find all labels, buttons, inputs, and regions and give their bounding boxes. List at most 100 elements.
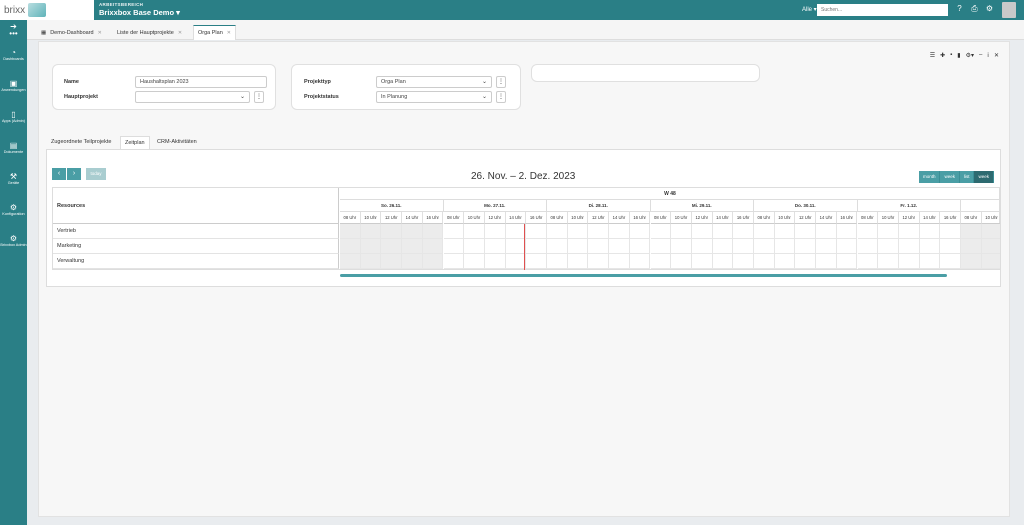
timeline-cell[interactable] bbox=[588, 239, 610, 254]
horizontal-scrollbar[interactable] bbox=[340, 274, 947, 277]
name-field[interactable]: Haushaltsplan 2023 bbox=[135, 76, 267, 88]
sidebar-item-brixxbox-admin[interactable]: ⚙ Brixxbox Admin bbox=[0, 229, 27, 260]
timeline-cell[interactable] bbox=[360, 254, 382, 269]
timeline-cell[interactable] bbox=[671, 239, 692, 254]
timeline-cell[interactable] bbox=[857, 254, 879, 269]
timeline-cell[interactable] bbox=[567, 239, 589, 254]
delete-icon[interactable]: ▮ bbox=[957, 52, 960, 59]
timeline-cell[interactable] bbox=[691, 254, 713, 269]
parent-project-select[interactable]: ⌄ bbox=[135, 91, 250, 103]
timeline-cell[interactable] bbox=[836, 254, 858, 269]
timeline-cell[interactable] bbox=[340, 254, 361, 269]
timeline-cell[interactable] bbox=[629, 224, 651, 239]
timeline-cell[interactable] bbox=[650, 224, 672, 239]
parent-project-menu-icon[interactable]: ⋮ bbox=[254, 91, 264, 103]
timeline-cell[interactable] bbox=[588, 224, 610, 239]
project-type-select[interactable]: Orga Plan ⌄ bbox=[376, 76, 492, 88]
timeline-cell[interactable] bbox=[671, 254, 692, 269]
sidebar-item-geraete[interactable]: ⚒ Geräte bbox=[0, 167, 27, 198]
timeline-cell[interactable] bbox=[712, 254, 734, 269]
timeline-cell[interactable] bbox=[981, 224, 1000, 239]
timeline-cell[interactable] bbox=[940, 239, 961, 254]
timeline-cell[interactable] bbox=[857, 224, 879, 239]
save-icon[interactable]: ▪ bbox=[950, 52, 952, 59]
settings-icon[interactable]: ⚙ bbox=[985, 4, 994, 13]
resource-row[interactable]: Verwaltung bbox=[53, 254, 339, 269]
sidebar-item-anwendungen[interactable]: ▣ Anwendungen bbox=[0, 74, 27, 105]
workspace-selector[interactable]: ARBEITSBEREICH Brixxbox Base Demo ▾ bbox=[99, 2, 180, 17]
project-type-menu-icon[interactable]: ⋮ bbox=[496, 76, 506, 88]
timeline-cell[interactable] bbox=[588, 254, 610, 269]
info-icon[interactable]: ⅰ bbox=[987, 52, 989, 59]
sidebar-item-dokumente[interactable]: ▤ Dokumente bbox=[0, 136, 27, 167]
timeline-cell[interactable] bbox=[484, 239, 506, 254]
tab-crm-aktivitaeten[interactable]: CRM-Aktivitäten bbox=[153, 136, 201, 150]
timeline-cell[interactable] bbox=[754, 254, 775, 269]
timeline-cell[interactable] bbox=[422, 239, 444, 254]
timeline-area[interactable]: W 48 So. 26.11. 08 Uhr 10 Uhr 12 Uhr 14 Uhr 1… bbox=[340, 188, 1000, 270]
help-icon[interactable]: ? bbox=[955, 4, 964, 13]
minimize-icon[interactable]: – bbox=[979, 52, 982, 59]
tab-zeitplan[interactable]: Zeitplan bbox=[120, 136, 150, 150]
sidebar-item-dashboards[interactable]: ◔ Dashboards bbox=[0, 43, 27, 74]
timeline-cell[interactable] bbox=[795, 224, 817, 239]
timeline-cell[interactable] bbox=[629, 239, 651, 254]
tab-orga-plan[interactable]: Orga Plan ✕ bbox=[193, 25, 236, 40]
timeline-cell[interactable] bbox=[733, 224, 754, 239]
close-icon[interactable]: ✕ bbox=[994, 52, 999, 59]
timeline-cell[interactable] bbox=[650, 239, 672, 254]
timeline-cell[interactable] bbox=[898, 239, 920, 254]
timeline-cell[interactable] bbox=[712, 224, 734, 239]
timeline-cell[interactable] bbox=[961, 254, 982, 269]
timeline-cell[interactable] bbox=[526, 224, 547, 239]
today-button[interactable]: today bbox=[86, 168, 106, 180]
timeline-cell[interactable] bbox=[422, 224, 444, 239]
timeline-cell[interactable] bbox=[733, 254, 754, 269]
project-status-menu-icon[interactable]: ⋮ bbox=[496, 91, 506, 103]
timeline-cell[interactable] bbox=[609, 239, 630, 254]
add-icon[interactable]: ✚ bbox=[940, 52, 945, 59]
resource-row[interactable]: Vertrieb bbox=[53, 224, 339, 239]
timeline-cell[interactable] bbox=[443, 239, 465, 254]
timeline-cell[interactable] bbox=[940, 224, 961, 239]
timeline-cell[interactable] bbox=[650, 254, 672, 269]
print-icon[interactable]: ⎙ bbox=[970, 4, 979, 13]
sidebar-item-konfiguration[interactable]: ⚙ Konfiguration bbox=[0, 198, 27, 229]
timeline-cell[interactable] bbox=[360, 224, 382, 239]
timeline-cell[interactable] bbox=[981, 254, 1000, 269]
timeline-cell[interactable] bbox=[402, 254, 423, 269]
timeline-cell[interactable] bbox=[526, 239, 547, 254]
timeline-cell[interactable] bbox=[381, 239, 403, 254]
timeline-cell[interactable] bbox=[774, 239, 796, 254]
timeline-cell[interactable] bbox=[816, 239, 837, 254]
timeline-cell[interactable] bbox=[878, 239, 899, 254]
timeline-cell[interactable] bbox=[733, 239, 754, 254]
timeline-cell[interactable] bbox=[547, 224, 568, 239]
timeline-cell[interactable] bbox=[443, 224, 465, 239]
prev-button[interactable]: ‹ bbox=[52, 168, 66, 180]
timeline-cell[interactable] bbox=[464, 224, 485, 239]
timeline-cell[interactable] bbox=[340, 224, 361, 239]
timeline-cell[interactable] bbox=[898, 224, 920, 239]
timeline-cell[interactable] bbox=[340, 239, 361, 254]
project-status-select[interactable]: In Planung ⌄ bbox=[376, 91, 492, 103]
tab-zugeordnete-teilprojekte[interactable]: Zugeordnete Teilprojekte bbox=[47, 136, 115, 150]
timeline-cell[interactable] bbox=[360, 239, 382, 254]
resource-row[interactable]: Marketing bbox=[53, 239, 339, 254]
timeline-cell[interactable] bbox=[464, 239, 485, 254]
view-resource-week-button[interactable]: week bbox=[974, 171, 994, 183]
close-icon[interactable]: ✕ bbox=[98, 30, 102, 36]
timeline-cell[interactable] bbox=[609, 224, 630, 239]
view-week-button[interactable]: week bbox=[940, 171, 960, 183]
timeline-cell[interactable] bbox=[857, 239, 879, 254]
timeline-cell[interactable] bbox=[484, 254, 506, 269]
timeline-cell[interactable] bbox=[609, 254, 630, 269]
timeline-cell[interactable] bbox=[381, 224, 403, 239]
timeline-cell[interactable] bbox=[422, 254, 444, 269]
options-icon[interactable]: ⚙▾ bbox=[966, 52, 974, 59]
next-button[interactable]: › bbox=[67, 168, 81, 180]
view-month-button[interactable]: month bbox=[918, 171, 941, 183]
timeline-cell[interactable] bbox=[464, 254, 485, 269]
tab-liste-hauptprojekte[interactable]: Liste der Hauptprojekte ✕ bbox=[113, 25, 186, 40]
timeline-cell[interactable] bbox=[381, 254, 403, 269]
